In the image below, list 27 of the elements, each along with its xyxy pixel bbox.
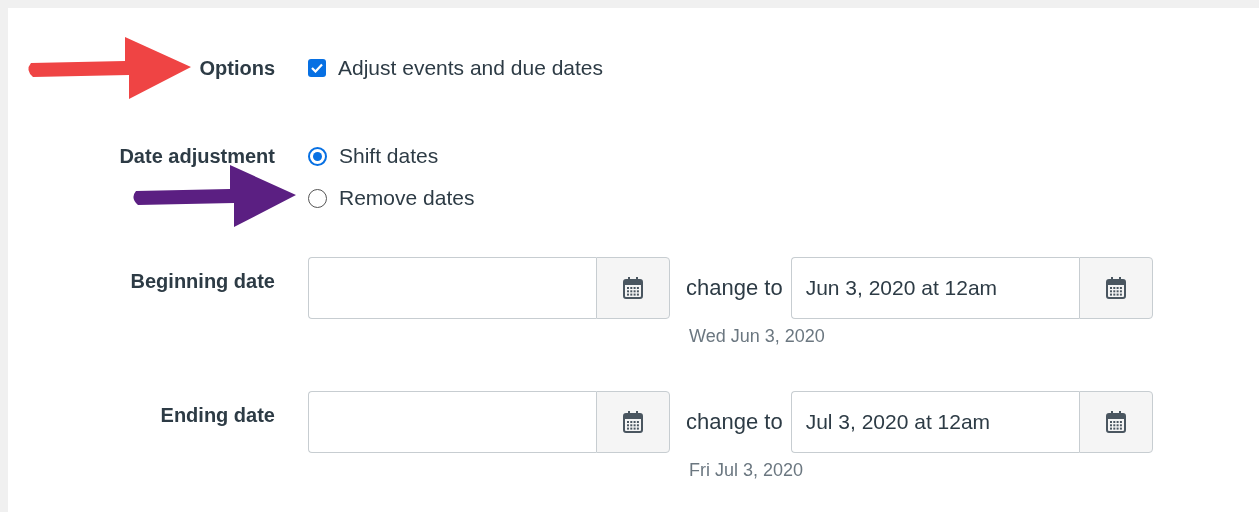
calendar-icon bbox=[622, 410, 644, 434]
calendar-icon bbox=[1104, 276, 1127, 300]
change-to-label: change to bbox=[685, 409, 783, 435]
calendar-button[interactable] bbox=[1078, 257, 1153, 319]
date-hint: Wed Jun 3, 2020 bbox=[689, 325, 826, 348]
calendar-button[interactable] bbox=[596, 391, 670, 453]
calendar-button[interactable] bbox=[1078, 391, 1153, 453]
radio[interactable] bbox=[308, 146, 327, 166]
date-input[interactable] bbox=[308, 257, 596, 319]
change-to-label: change to bbox=[685, 275, 783, 301]
date-input[interactable]: Jul 3, 2020 at 12am bbox=[790, 391, 1079, 453]
checkbox[interactable] bbox=[308, 59, 326, 77]
radio-option[interactable]: Remove dates bbox=[308, 178, 1259, 218]
date-input[interactable]: Jun 3, 2020 at 12am bbox=[790, 257, 1079, 319]
radio[interactable] bbox=[308, 188, 327, 208]
date-label: Beginning date bbox=[130, 269, 275, 294]
date-adjustment-label: Date adjustment bbox=[119, 144, 275, 169]
calendar-icon bbox=[622, 276, 644, 300]
date-input[interactable] bbox=[308, 391, 596, 453]
calendar-icon bbox=[1104, 410, 1127, 434]
adjust-checkbox[interactable]: Adjust events and due dates bbox=[308, 48, 1259, 88]
radio-option[interactable]: Shift dates bbox=[308, 136, 1259, 176]
check-icon bbox=[311, 63, 323, 73]
date-label: Ending date bbox=[160, 403, 275, 428]
calendar-button[interactable] bbox=[596, 257, 670, 319]
options-label: Options bbox=[199, 56, 275, 81]
date-hint: Fri Jul 3, 2020 bbox=[689, 459, 805, 482]
